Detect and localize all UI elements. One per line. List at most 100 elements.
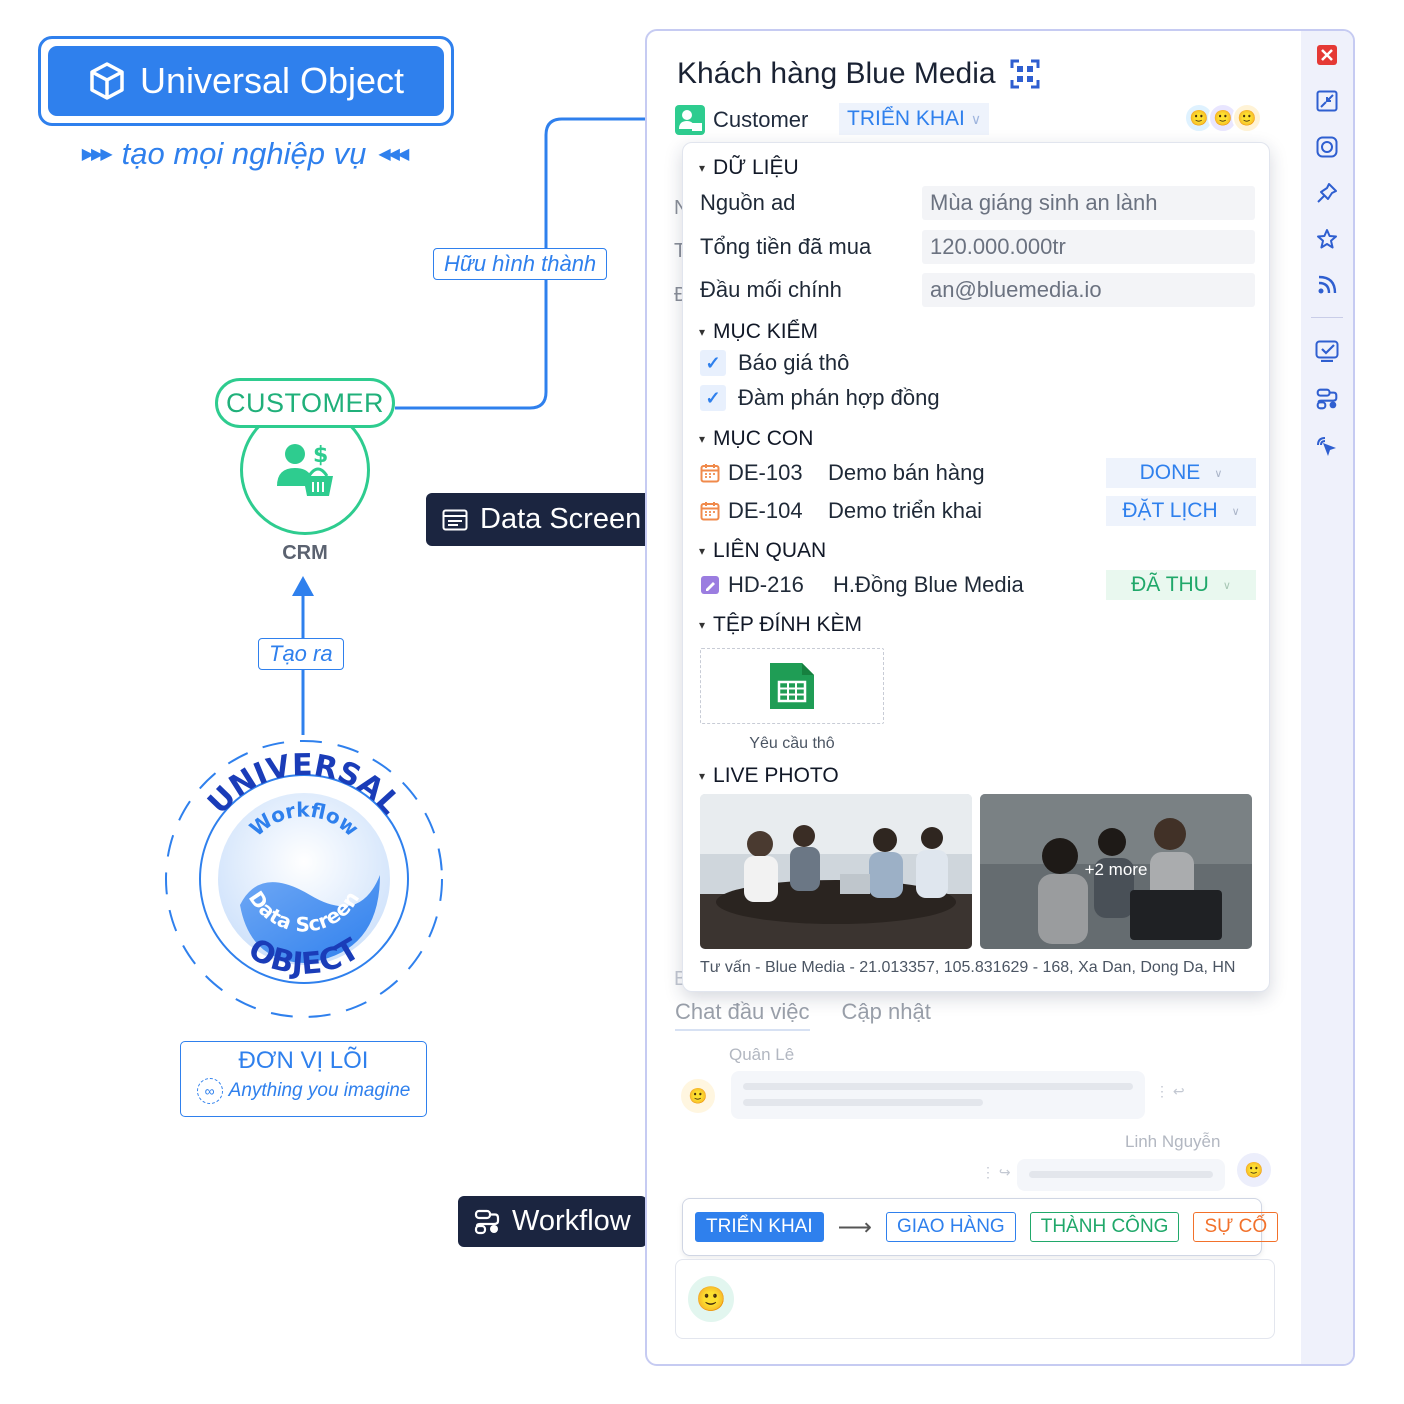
chevron-down-icon: ∨: [1222, 579, 1231, 592]
core-title: ĐƠN VỊ LÕI: [238, 1047, 369, 1074]
section-related[interactable]: ▾ LIÊN QUAN: [699, 539, 826, 563]
collapse-icon[interactable]: [1315, 89, 1339, 113]
checklist-item[interactable]: ✓ Đàm phán hợp đồng: [700, 385, 940, 411]
arrows-right-icon: ▶▶▶: [81, 146, 113, 163]
hero-title: Universal Object: [139, 60, 405, 101]
field-row: Nguồn ad Mùa giáng sinh an lành: [700, 186, 1255, 220]
status-pill[interactable]: ĐẶT LỊCH ∨: [1106, 496, 1256, 526]
panel-title: Khách hàng Blue Media: [677, 57, 1040, 91]
customer-money-icon: $: [277, 443, 333, 496]
live-photo[interactable]: [700, 794, 972, 949]
more-photos-label: +2 more: [1084, 860, 1148, 879]
rss-icon[interactable]: [1315, 273, 1339, 297]
workflow-step[interactable]: GIAO HÀNG: [886, 1212, 1016, 1242]
field-value[interactable]: Mùa giáng sinh an lành: [922, 186, 1255, 220]
workflow-steps: TRIỂN KHAI ⟶ GIAO HÀNG THÀNH CÔNG SỰ CỐ: [682, 1198, 1279, 1256]
child-code: DE-103: [728, 460, 803, 485]
data-screen-callout: Data Screen: [426, 493, 669, 546]
hero-badge: Universal Object: [38, 36, 454, 126]
attachment-name: Yêu cầu thô: [749, 735, 835, 752]
chevron-down-icon: ▾: [699, 544, 706, 558]
close-icon[interactable]: [1315, 43, 1339, 67]
message-actions-icon[interactable]: ⋮ ↩: [1155, 1083, 1185, 1100]
child-code: DE-104: [728, 498, 803, 523]
help-icon[interactable]: [1315, 135, 1339, 159]
calendar-icon: [700, 502, 720, 521]
chevron-down-icon: ∨: [1214, 467, 1223, 480]
spreadsheet-icon: [770, 663, 814, 709]
chevron-down-icon: ▾: [699, 161, 706, 175]
avatar: 🙂: [679, 1077, 717, 1115]
checkbox-checked-icon[interactable]: ✓: [700, 350, 726, 376]
contract-icon: [701, 576, 719, 594]
avatar: 🙂: [1232, 103, 1262, 133]
child-name: Demo bán hàng: [828, 460, 985, 485]
field-label: Nguồn ad: [700, 190, 796, 215]
calendar-icon: [700, 464, 720, 483]
message-composer[interactable]: 🙂: [675, 1259, 1275, 1339]
record-type: Customer: [675, 105, 808, 135]
universal-object-emblem: UNIVERSAL OBJECT Workflow Data Screen: [165, 740, 443, 1018]
attachment-tile[interactable]: [700, 648, 884, 724]
member-avatars[interactable]: 🙂 🙂 🙂: [1184, 103, 1262, 133]
chevron-down-icon: ▾: [699, 325, 706, 339]
related-name: H.Đồng Blue Media: [833, 572, 1024, 597]
live-photo-more[interactable]: +2 more: [980, 794, 1252, 949]
pin-icon[interactable]: [1315, 181, 1339, 205]
workflow-icon: [474, 1209, 500, 1234]
related-code: HD-216: [728, 572, 804, 597]
workflow-step[interactable]: SỰ CỐ: [1193, 1212, 1279, 1242]
section-data[interactable]: ▾ DỮ LIỆU: [699, 156, 799, 180]
customer-pill: CUSTOMER: [215, 378, 395, 428]
chat-bubble: [731, 1071, 1145, 1119]
tab-updates[interactable]: Cập nhật: [842, 999, 931, 1031]
record-type-label: Customer: [713, 107, 809, 132]
checklist-item[interactable]: ✓ Báo giá thô: [700, 350, 849, 376]
child-item[interactable]: DE-103 Demo bán hàng DONE ∨: [700, 457, 1256, 489]
chevron-down-icon: ▾: [699, 618, 706, 632]
chevron-down-icon: ∨: [970, 110, 982, 127]
data-screen-card: ▾ DỮ LIỆU Nguồn ad Mùa giáng sinh an lành …: [682, 142, 1270, 992]
workflow-step[interactable]: THÀNH CÔNG: [1029, 1212, 1180, 1242]
checklist-label: Đàm phán hợp đồng: [738, 385, 940, 410]
arrow-head-crm: [292, 576, 314, 596]
cursor-icon[interactable]: [1315, 435, 1339, 459]
field-value[interactable]: 120.000.000tr: [922, 230, 1255, 264]
status-pill[interactable]: ĐÃ THU ∨: [1106, 570, 1256, 600]
svg-text:$: $: [313, 443, 328, 468]
status-dropdown[interactable]: TRIỂN KHAI ∨: [839, 103, 990, 135]
section-checklist[interactable]: ▾ MỤC KIỂM: [699, 320, 818, 344]
related-item[interactable]: HD-216 H.Đồng Blue Media ĐÃ THU ∨: [700, 569, 1256, 601]
field-label: Đầu mối chính: [700, 277, 842, 302]
core-subtitle: Anything you imagine: [228, 1080, 411, 1101]
task-icon[interactable]: [1315, 339, 1339, 363]
child-item[interactable]: DE-104 Demo triển khai ĐẶT LỊCH ∨: [700, 495, 1256, 527]
workflow-callout: Workflow: [458, 1196, 658, 1247]
section-attachments[interactable]: ▾ TỆP ĐÍNH KÈM: [699, 613, 862, 637]
customer-type-icon: [675, 105, 705, 135]
field-row: Đầu mối chính an@bluemedia.io: [700, 273, 1255, 307]
qr-scan-icon[interactable]: [1010, 59, 1040, 89]
chat-author: Quân Lê: [729, 1045, 795, 1064]
arrows-left-icon: ◀◀◀: [378, 146, 409, 163]
message-actions-icon[interactable]: ⋮ ↪: [981, 1164, 1011, 1181]
chat-author: Linh Nguyễn: [1125, 1132, 1221, 1151]
star-icon[interactable]: [1315, 227, 1339, 251]
record-title: Khách hàng Blue Media: [677, 57, 996, 90]
workflow-icon[interactable]: [1315, 387, 1339, 411]
infinity-icon: ∞: [196, 1078, 223, 1104]
panel-sidebar: [1301, 31, 1353, 1364]
screen-icon: [442, 509, 468, 530]
arrow-right-icon: ⟶: [837, 1213, 873, 1241]
checklist-label: Báo giá thô: [738, 350, 850, 375]
section-live-photo[interactable]: ▾ LIVE PHOTO: [699, 764, 839, 788]
checkbox-checked-icon[interactable]: ✓: [700, 385, 726, 411]
workflow-step-current[interactable]: TRIỂN KHAI: [695, 1212, 824, 1242]
section-children[interactable]: ▾ MỤC CON: [699, 427, 813, 451]
avatar: 🙂: [686, 1274, 736, 1324]
chevron-down-icon: ▾: [699, 769, 706, 783]
status-pill[interactable]: DONE ∨: [1106, 458, 1256, 488]
tab-chat[interactable]: Chat đầu việc: [675, 999, 810, 1031]
field-value[interactable]: an@bluemedia.io: [922, 273, 1255, 307]
label-huu-hinh-thanh: Hữu hình thành: [433, 248, 608, 280]
